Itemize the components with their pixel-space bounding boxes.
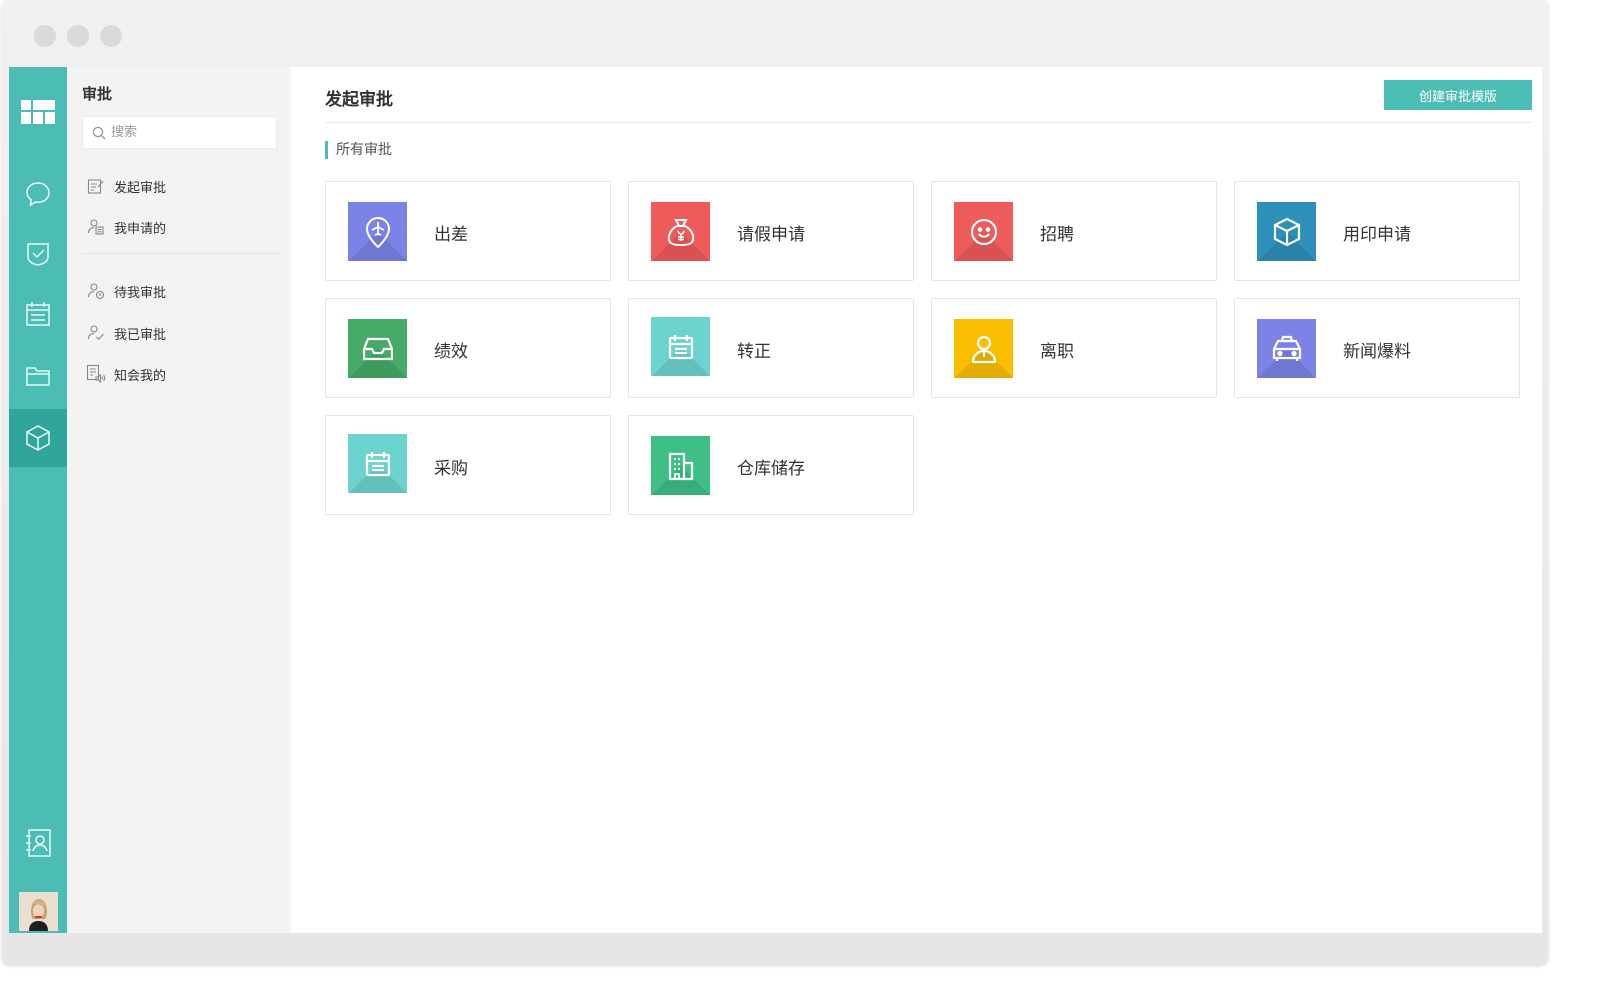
- sidebar-divider: [82, 253, 279, 254]
- window-zoom-button[interactable]: [100, 25, 122, 47]
- approval-card-regularization[interactable]: 转正: [628, 298, 914, 398]
- card-icon-tile: [651, 202, 710, 261]
- inbox-icon: [362, 337, 393, 360]
- sidebar-item-cc[interactable]: 知会我的: [82, 359, 282, 389]
- card-label: 采购: [434, 459, 468, 479]
- avatar-photo-icon: [19, 892, 58, 931]
- document-speaker-icon: [86, 364, 106, 384]
- card-label: 仓库储存: [737, 459, 805, 479]
- window-minimize-button[interactable]: [67, 25, 89, 47]
- card-label: 离职: [1040, 342, 1074, 362]
- sidebar-item-label: 发起审批: [114, 180, 167, 196]
- card-label: 招聘: [1040, 225, 1074, 245]
- card-label: 转正: [737, 342, 771, 362]
- user-check-icon: [86, 323, 106, 343]
- approval-card-warehouse[interactable]: 仓库储存: [628, 415, 914, 515]
- sidebar-item-my-applications[interactable]: 我申请的: [82, 212, 282, 242]
- airplane-pin-icon: [365, 216, 390, 248]
- app-window: 审批 发起审批 我申请的: [2, 0, 1548, 966]
- card-icon-tile: [348, 319, 407, 378]
- money-bag-icon: [667, 218, 694, 246]
- cube-icon: [26, 425, 50, 451]
- approval-card-resignation[interactable]: 离职: [931, 298, 1217, 398]
- header-divider: [325, 122, 1533, 123]
- card-label: 绩效: [434, 342, 468, 362]
- sidebar-item-approved[interactable]: 我已审批: [82, 318, 282, 348]
- folder-icon: [26, 367, 50, 386]
- main-panel: 发起审批 创建审批模版 所有审批 出差 请假申请 招聘 用印申请 绩效 转正 离…: [291, 67, 1542, 933]
- search-box[interactable]: [82, 116, 277, 149]
- window-close-button[interactable]: [34, 25, 56, 47]
- building-icon: [668, 452, 693, 480]
- rail-dashboard[interactable]: [9, 83, 67, 141]
- sidebar-item-label: 待我审批: [114, 285, 167, 301]
- rail-files[interactable]: [9, 347, 67, 405]
- check-shield-icon: [27, 243, 49, 266]
- rail-calendar[interactable]: [9, 285, 67, 343]
- create-template-button[interactable]: 创建审批模版: [1384, 80, 1532, 110]
- approval-card-seal[interactable]: 用印申请: [1234, 181, 1520, 281]
- smiley-icon: [970, 218, 997, 245]
- edit-document-icon: [86, 176, 106, 196]
- section-label: 所有审批: [325, 141, 392, 159]
- user-document-icon: [86, 217, 106, 237]
- sidebar-item-initiate[interactable]: 发起审批: [82, 171, 282, 201]
- rail-messages[interactable]: [9, 165, 67, 223]
- card-icon-tile: [954, 202, 1013, 261]
- search-input[interactable]: [111, 117, 271, 148]
- sidebar-title: 审批: [82, 85, 113, 103]
- icon-rail: [9, 67, 67, 933]
- user-avatar[interactable]: [19, 892, 58, 931]
- rail-approval[interactable]: [9, 409, 67, 467]
- person-icon: [971, 335, 996, 363]
- rail-contacts[interactable]: [9, 814, 67, 872]
- approval-card-recruitment[interactable]: 招聘: [931, 181, 1217, 281]
- search-icon: [92, 126, 106, 140]
- approval-card-performance[interactable]: 绩效: [325, 298, 611, 398]
- card-label: 出差: [434, 225, 468, 245]
- calendar-icon: [26, 302, 50, 326]
- card-label: 用印申请: [1343, 225, 1411, 245]
- calendar-icon: [668, 334, 693, 359]
- card-icon-tile: [1257, 319, 1316, 378]
- app-content: 审批 发起审批 我申请的: [9, 67, 1542, 933]
- approval-card-business-trip[interactable]: 出差: [325, 181, 611, 281]
- contacts-book-icon: [26, 829, 51, 857]
- card-icon-tile: [651, 436, 710, 495]
- card-label: 新闻爆料: [1343, 342, 1411, 362]
- card-icon-tile: [348, 434, 407, 493]
- card-icon-tile: [651, 317, 710, 376]
- approval-card-procurement[interactable]: 采购: [325, 415, 611, 515]
- cube-icon: [1273, 217, 1300, 246]
- calendar-icon: [365, 451, 390, 476]
- sidebar-item-label: 我申请的: [114, 221, 167, 237]
- taxi-icon: [1272, 335, 1301, 361]
- card-icon-tile: [348, 202, 407, 261]
- approval-sidebar: 审批 发起审批 我申请的: [67, 67, 349, 933]
- chat-bubble-icon: [26, 182, 50, 207]
- sidebar-item-label: 我已审批: [114, 327, 167, 343]
- page-title: 发起审批: [325, 90, 393, 110]
- sidebar-item-label: 知会我的: [114, 368, 167, 384]
- dashboard-icon: [21, 100, 55, 124]
- approval-card-news-tip[interactable]: 新闻爆料: [1234, 298, 1520, 398]
- sidebar-item-pending[interactable]: 待我审批: [82, 276, 282, 306]
- card-icon-tile: [1257, 202, 1316, 261]
- card-label: 请假申请: [737, 225, 805, 245]
- user-clock-icon: [86, 281, 106, 301]
- approval-card-leave[interactable]: 请假申请: [628, 181, 914, 281]
- card-icon-tile: [954, 319, 1013, 378]
- rail-tasks[interactable]: [9, 225, 67, 283]
